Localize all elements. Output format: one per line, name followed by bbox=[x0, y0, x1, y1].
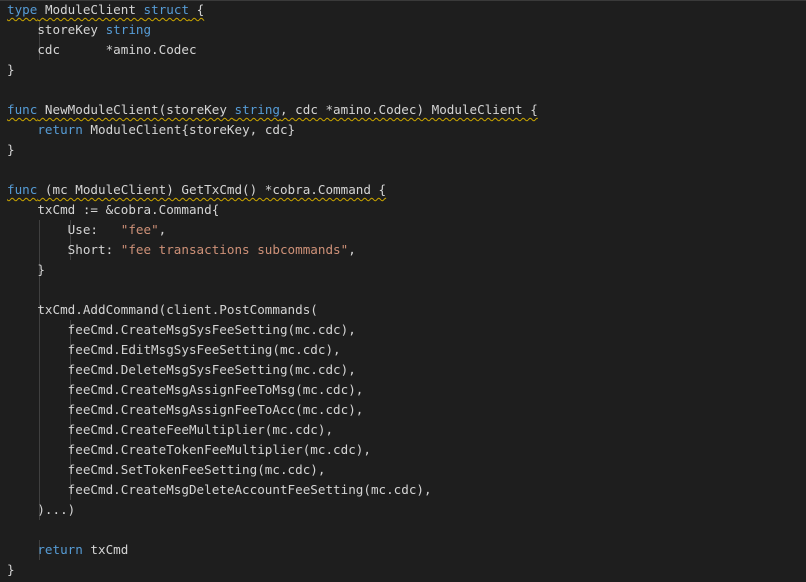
keyword-token: string bbox=[234, 102, 280, 117]
code-line[interactable]: feeCmd.CreateTokenFeeMultiplier(mc.cdc), bbox=[7, 440, 538, 460]
code-line[interactable] bbox=[7, 160, 538, 180]
code-token: txCmd := &cobra.Command{ bbox=[7, 202, 220, 217]
code-line[interactable]: feeCmd.CreateMsgSysFeeSetting(mc.cdc), bbox=[7, 320, 538, 340]
code-token: cdc *amino.Codec bbox=[7, 42, 197, 57]
code-line[interactable]: feeCmd.CreateMsgAssignFeeToAcc(mc.cdc), bbox=[7, 400, 538, 420]
keyword-token: func bbox=[7, 102, 38, 117]
code-token: storeKey bbox=[7, 22, 106, 37]
string-token: "fee transactions subcommands" bbox=[120, 242, 349, 257]
code-line[interactable]: feeCmd.DeleteMsgSysFeeSetting(mc.cdc), bbox=[7, 360, 538, 380]
code-line[interactable]: txCmd.AddCommand(client.PostCommands( bbox=[7, 300, 538, 320]
code-token: , bbox=[348, 242, 356, 257]
code-line[interactable] bbox=[7, 520, 538, 540]
code-token: } bbox=[7, 62, 15, 77]
code-line[interactable]: } bbox=[7, 560, 538, 580]
code-token: feeCmd.CreateFeeMultiplier(mc.cdc), bbox=[7, 422, 334, 437]
code-token: feeCmd.CreateTokenFeeMultiplier(mc.cdc), bbox=[7, 442, 371, 457]
code-token: } bbox=[7, 262, 45, 277]
keyword-token: return bbox=[37, 122, 83, 137]
code-token: feeCmd.CreateMsgAssignFeeToMsg(mc.cdc), bbox=[7, 382, 364, 397]
code-line[interactable]: func (mc ModuleClient) GetTxCmd() *cobra… bbox=[7, 180, 538, 200]
code-line[interactable]: Short: "fee transactions subcommands", bbox=[7, 240, 538, 260]
code-token: , bbox=[158, 222, 167, 237]
code-line[interactable]: } bbox=[7, 60, 538, 80]
keyword-token: type bbox=[7, 2, 38, 17]
code-token: { bbox=[189, 2, 205, 17]
code-line[interactable]: return ModuleClient{storeKey, cdc} bbox=[7, 120, 538, 140]
code-line[interactable]: feeCmd.SetTokenFeeSetting(mc.cdc), bbox=[7, 460, 538, 480]
code-token: ModuleClient bbox=[44, 2, 136, 17]
code-content[interactable]: type ModuleClient struct { storeKey stri… bbox=[7, 0, 538, 580]
code-line[interactable]: func NewModuleClient(storeKey string, cd… bbox=[7, 100, 538, 120]
code-token: ModuleClient{storeKey, cdc} bbox=[82, 122, 296, 137]
code-token: feeCmd.CreateMsgDeleteAccountFeeSetting(… bbox=[7, 482, 432, 497]
code-token: txCmd.AddCommand(client.PostCommands( bbox=[7, 302, 318, 317]
keyword-token: func bbox=[7, 182, 38, 197]
code-line[interactable]: cdc *amino.Codec bbox=[7, 40, 538, 60]
code-line[interactable]: feeCmd.CreateMsgAssignFeeToMsg(mc.cdc), bbox=[7, 380, 538, 400]
code-token: (mc ModuleClient) GetTxCmd() *cobra.Comm… bbox=[37, 182, 387, 197]
code-token: feeCmd.SetTokenFeeSetting(mc.cdc), bbox=[7, 462, 326, 477]
code-editor[interactable]: type ModuleClient struct { storeKey stri… bbox=[0, 0, 806, 582]
code-token: , cdc *amino.Codec) ModuleClient { bbox=[279, 102, 538, 117]
keyword-token: return bbox=[37, 542, 83, 557]
code-line[interactable]: storeKey string bbox=[7, 20, 538, 40]
code-token: NewModuleClient(storeKey bbox=[37, 102, 235, 117]
code-token: txCmd bbox=[82, 542, 129, 557]
code-token: feeCmd.CreateMsgAssignFeeToAcc(mc.cdc), bbox=[7, 402, 364, 417]
code-line[interactable] bbox=[7, 280, 538, 300]
string-token: "fee" bbox=[120, 222, 159, 237]
code-token: feeCmd.CreateMsgSysFeeSetting(mc.cdc), bbox=[7, 322, 356, 337]
code-line[interactable]: feeCmd.CreateMsgDeleteAccountFeeSetting(… bbox=[7, 480, 538, 500]
code-line[interactable]: } bbox=[7, 140, 538, 160]
code-token: feeCmd.DeleteMsgSysFeeSetting(mc.cdc), bbox=[7, 362, 356, 377]
code-line[interactable]: } bbox=[7, 260, 538, 280]
code-line[interactable]: )...) bbox=[7, 500, 538, 520]
code-line[interactable]: feeCmd.EditMsgSysFeeSetting(mc.cdc), bbox=[7, 340, 538, 360]
code-token: } bbox=[7, 142, 15, 157]
code-token: Short: bbox=[7, 242, 121, 257]
code-line[interactable]: Use: "fee", bbox=[7, 220, 538, 240]
code-token: feeCmd.EditMsgSysFeeSetting(mc.cdc), bbox=[7, 342, 341, 357]
code-token: )...) bbox=[7, 502, 76, 517]
code-token: } bbox=[7, 562, 15, 577]
code-line[interactable]: type ModuleClient struct { bbox=[7, 0, 538, 20]
code-token: Use: bbox=[7, 222, 121, 237]
keyword-token: string bbox=[105, 22, 152, 37]
keyword-token: struct bbox=[143, 2, 190, 17]
code-line[interactable]: feeCmd.CreateFeeMultiplier(mc.cdc), bbox=[7, 420, 538, 440]
code-line[interactable]: return txCmd bbox=[7, 540, 538, 560]
code-line[interactable]: txCmd := &cobra.Command{ bbox=[7, 200, 538, 220]
code-line[interactable] bbox=[7, 80, 538, 100]
